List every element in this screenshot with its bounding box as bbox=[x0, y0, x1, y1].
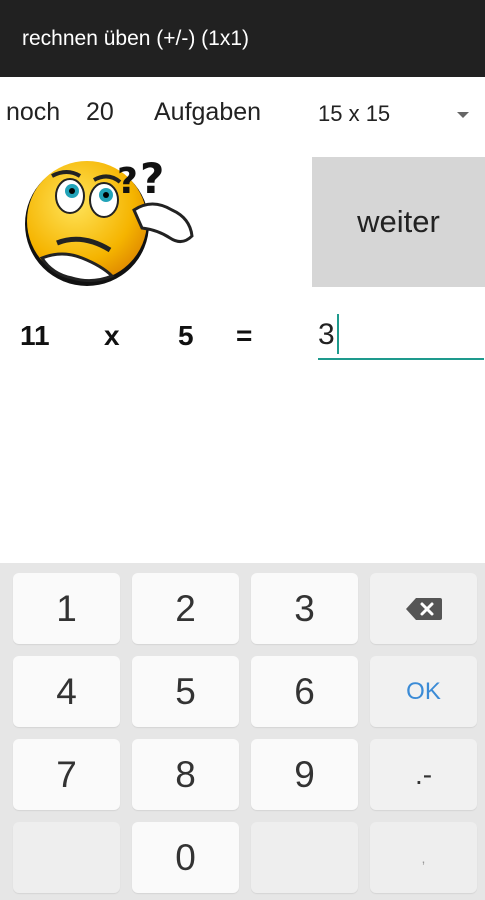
comma-key[interactable]: , bbox=[370, 822, 477, 893]
progress-row: noch 20 Aufgaben 15 x 15 bbox=[0, 98, 485, 134]
key-2[interactable]: 2 bbox=[132, 573, 239, 644]
ok-key[interactable]: OK bbox=[370, 656, 477, 727]
remaining-count: 20 bbox=[86, 98, 114, 126]
operator: x bbox=[104, 320, 120, 351]
backspace-icon bbox=[405, 597, 442, 620]
backspace-key[interactable] bbox=[370, 573, 477, 644]
answer-value[interactable]: 3 bbox=[318, 318, 335, 352]
empty-key-right bbox=[251, 822, 358, 893]
operand-1: 11 bbox=[20, 320, 50, 351]
dropdown-arrow-icon[interactable] bbox=[457, 112, 469, 118]
key-9[interactable]: 9 bbox=[251, 739, 358, 810]
answer-input[interactable]: 3 bbox=[318, 310, 484, 360]
svg-text:?: ? bbox=[117, 161, 138, 202]
thinking-emoji-icon: ? ? bbox=[25, 158, 194, 286]
key-1[interactable]: 1 bbox=[13, 573, 120, 644]
numeric-keyboard: 1 2 3 4 5 6 OK 7 8 9 .- 0 , bbox=[0, 563, 485, 900]
app-title: rechnen üben (+/-) (1x1) bbox=[22, 26, 250, 50]
symbol-key[interactable]: .- bbox=[370, 739, 477, 810]
empty-key-left bbox=[13, 822, 120, 893]
weiter-button[interactable]: weiter bbox=[312, 157, 485, 287]
app-bar: rechnen üben (+/-) (1x1) bbox=[0, 0, 485, 77]
range-select[interactable]: 15 x 15 bbox=[318, 101, 390, 127]
remaining-suffix: Aufgaben bbox=[154, 98, 262, 126]
key-3[interactable]: 3 bbox=[251, 573, 358, 644]
text-cursor bbox=[337, 314, 339, 354]
equals-sign: = bbox=[236, 320, 253, 351]
remaining-prefix: noch bbox=[6, 98, 61, 126]
key-6[interactable]: 6 bbox=[251, 656, 358, 727]
key-4[interactable]: 4 bbox=[13, 656, 120, 727]
operand-2: 5 bbox=[178, 320, 194, 351]
key-7[interactable]: 7 bbox=[13, 739, 120, 810]
key-5[interactable]: 5 bbox=[132, 656, 239, 727]
key-0[interactable]: 0 bbox=[132, 822, 239, 893]
svg-text:?: ? bbox=[140, 158, 164, 203]
key-8[interactable]: 8 bbox=[132, 739, 239, 810]
